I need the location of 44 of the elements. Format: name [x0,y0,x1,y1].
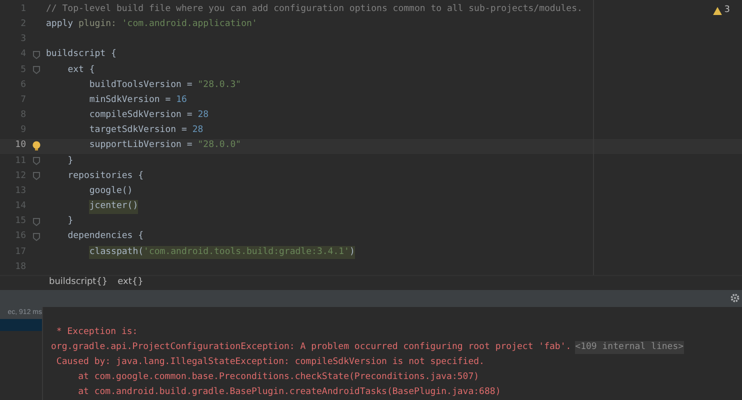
fold-marker-icon[interactable] [32,233,40,242]
code-text: 'com.android.tools.build:gradle:3.4.1' [144,246,350,260]
warning-count[interactable]: 3 [713,4,730,18]
code-text: 16 [176,94,187,107]
code-text: repositories { [68,170,144,183]
code-text: compileSdkVersion = [89,109,194,122]
code-text: plugin: [78,18,118,31]
code-text: "28.0.0" [198,139,242,152]
code-text: targetSdkVersion = [89,124,188,138]
breadcrumb[interactable]: ext{} [118,276,144,290]
code-text: ) [349,246,355,260]
code-text: buildToolsVersion = [89,78,194,92]
code-text: jcenter() [89,200,138,214]
code-text: apply [46,18,74,31]
lightbulb-icon[interactable] [32,141,40,152]
console-text: at com.google.common.base.Preconditions.checkState(Preconditions.java:507) [78,370,480,384]
breadcrumb[interactable]: buildscript{} [49,276,108,290]
code-text: // Top-level build file where you can add configuration options common to all sub-projects/modules. [46,2,582,16]
fold-marker-icon[interactable] [32,172,40,180]
fold-marker-icon[interactable] [32,157,40,166]
code-text: 'com.android.application' [122,18,258,31]
code-text: google() [89,184,133,198]
console-text: * Exception is: [56,326,138,339]
code-text: 28 [198,109,209,122]
code-text: 28 [192,124,204,138]
console-text: org.gradle.api.ProjectConfigurationException: A problem occurred configuring root project 'fab'. [51,340,572,354]
code-text: dependencies { [68,230,144,244]
code-text: minSdkVersion = [89,94,172,107]
code-text: classpath( [89,246,144,260]
console-text: at com.android.build.gradle.BasePlugin.createAndroidTasks(BasePlugin.java:688) [78,386,501,399]
console-text: Caused by: java.lang.IllegalStateException: compileSdkVersion is not specified. [56,356,484,369]
fold-marker-icon[interactable] [32,51,40,60]
code-text: supportLibVersion = [89,139,194,152]
code-text: buildscript { [46,48,116,62]
code-text: "28.0.3" [198,78,242,92]
code-text: } [68,215,74,228]
folded-lines-label: <109 internal lines> [575,340,684,354]
code-text: } [68,154,74,168]
fold-marker-icon[interactable] [32,66,40,74]
settings-icon[interactable] [730,293,740,304]
line-number: 10 [14,139,26,152]
fold-marker-icon[interactable] [32,218,40,226]
warning-icon [713,6,722,15]
code-text: ext { [68,64,95,77]
